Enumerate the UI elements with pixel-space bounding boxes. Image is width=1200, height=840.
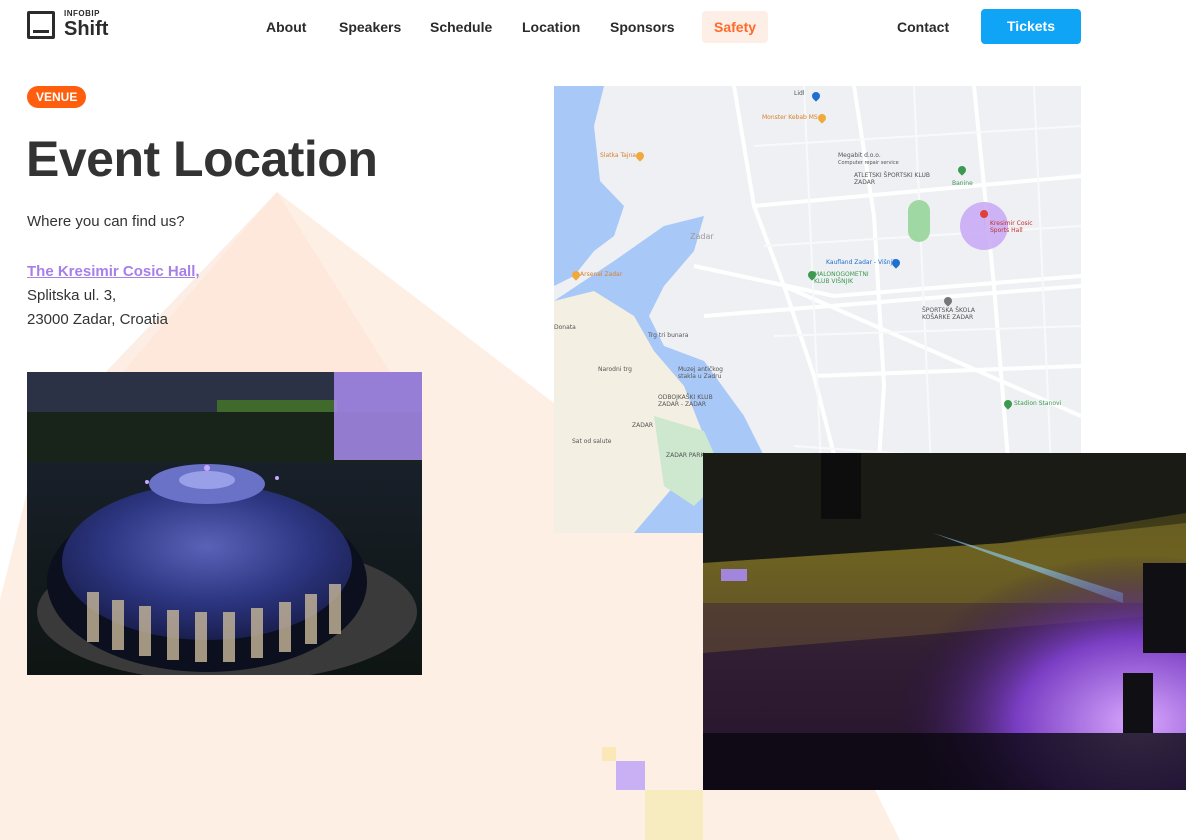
nav-speakers[interactable]: Speakers <box>339 11 401 43</box>
decor-square <box>602 747 616 761</box>
map-label-donata: Donata <box>554 324 576 331</box>
nav-safety[interactable]: Safety <box>702 11 769 43</box>
nav-contact[interactable]: Contact <box>897 11 949 43</box>
map-label-atletski: ATLETSKI ŠPORTSKI KLUB ZADAR <box>854 172 930 186</box>
map-label-malonogometni: MALONOGOMETNI KLUB VIŠNJIK <box>814 271 869 285</box>
nav-sponsors[interactable]: Sponsors <box>610 11 675 43</box>
map-label-megabit: Megabit d.o.o. <box>838 152 881 159</box>
map-label-monster: Monster Kebab MS <box>762 114 818 121</box>
map-label-hall: Kresimir Cosic Sports Hall <box>990 220 1033 234</box>
site-header: INFOBIP Shift About Speakers Schedule Lo… <box>0 0 1200 56</box>
map-label-tri-bunara: Trg tri bunara <box>648 332 689 339</box>
map-label-slatka: Slatka Tajna <box>600 152 636 159</box>
map-label-salute: Sat od salute <box>572 438 612 445</box>
decor-square <box>616 761 645 790</box>
concert-crowd-photo <box>703 453 1186 790</box>
decor-square <box>645 790 703 840</box>
venue-aerial-photo <box>27 372 422 675</box>
venue-link[interactable]: The Kresimir Cosic Hall, <box>27 260 200 284</box>
section-subtitle: Where you can find us? <box>27 213 185 230</box>
page-title: Event Location <box>26 131 378 187</box>
map-label-lidl: Lidl <box>794 90 805 97</box>
map-label-zadar: ZADAR <box>632 422 654 429</box>
tickets-button[interactable]: Tickets <box>981 9 1081 44</box>
nav-about[interactable]: About <box>266 11 306 43</box>
map-label-stanovi: Stadion Stanovi <box>1014 400 1062 407</box>
address-city: 23000 Zadar, Croatia <box>27 311 168 328</box>
map-label-zadar-park: ZADAR PARK <box>666 452 705 459</box>
map-label-skola: ŠPORTSKA ŠKOLA KOŠARKE ZADAR <box>922 307 975 321</box>
map-label-megabit-sub: Computer repair service <box>838 160 899 166</box>
address-street: Splitska ul. 3, <box>27 287 117 304</box>
map-label-narodni: Narodni trg <box>598 366 632 373</box>
map-label-muzej: Muzej antičkog stakla u Zadru <box>678 366 723 380</box>
map-label-zadar-area: Zadar <box>690 232 714 241</box>
map-label-kaufland: Kaufland Zadar - Višnjik <box>826 259 898 266</box>
venue-badge: VENUE <box>27 86 87 108</box>
venue-address: The Kresimir Cosic Hall, Splitska ul. 3,… <box>27 260 200 332</box>
map-label-banine: Banine <box>952 180 973 187</box>
nav-schedule[interactable]: Schedule <box>430 11 492 43</box>
map-label-arsenal: Arsenal Zadar <box>580 271 623 278</box>
map-label-odbojkaski: ODBOJKAŠKI KLUB ZADAR - ZADAR <box>658 394 713 408</box>
nav-location[interactable]: Location <box>522 11 580 43</box>
